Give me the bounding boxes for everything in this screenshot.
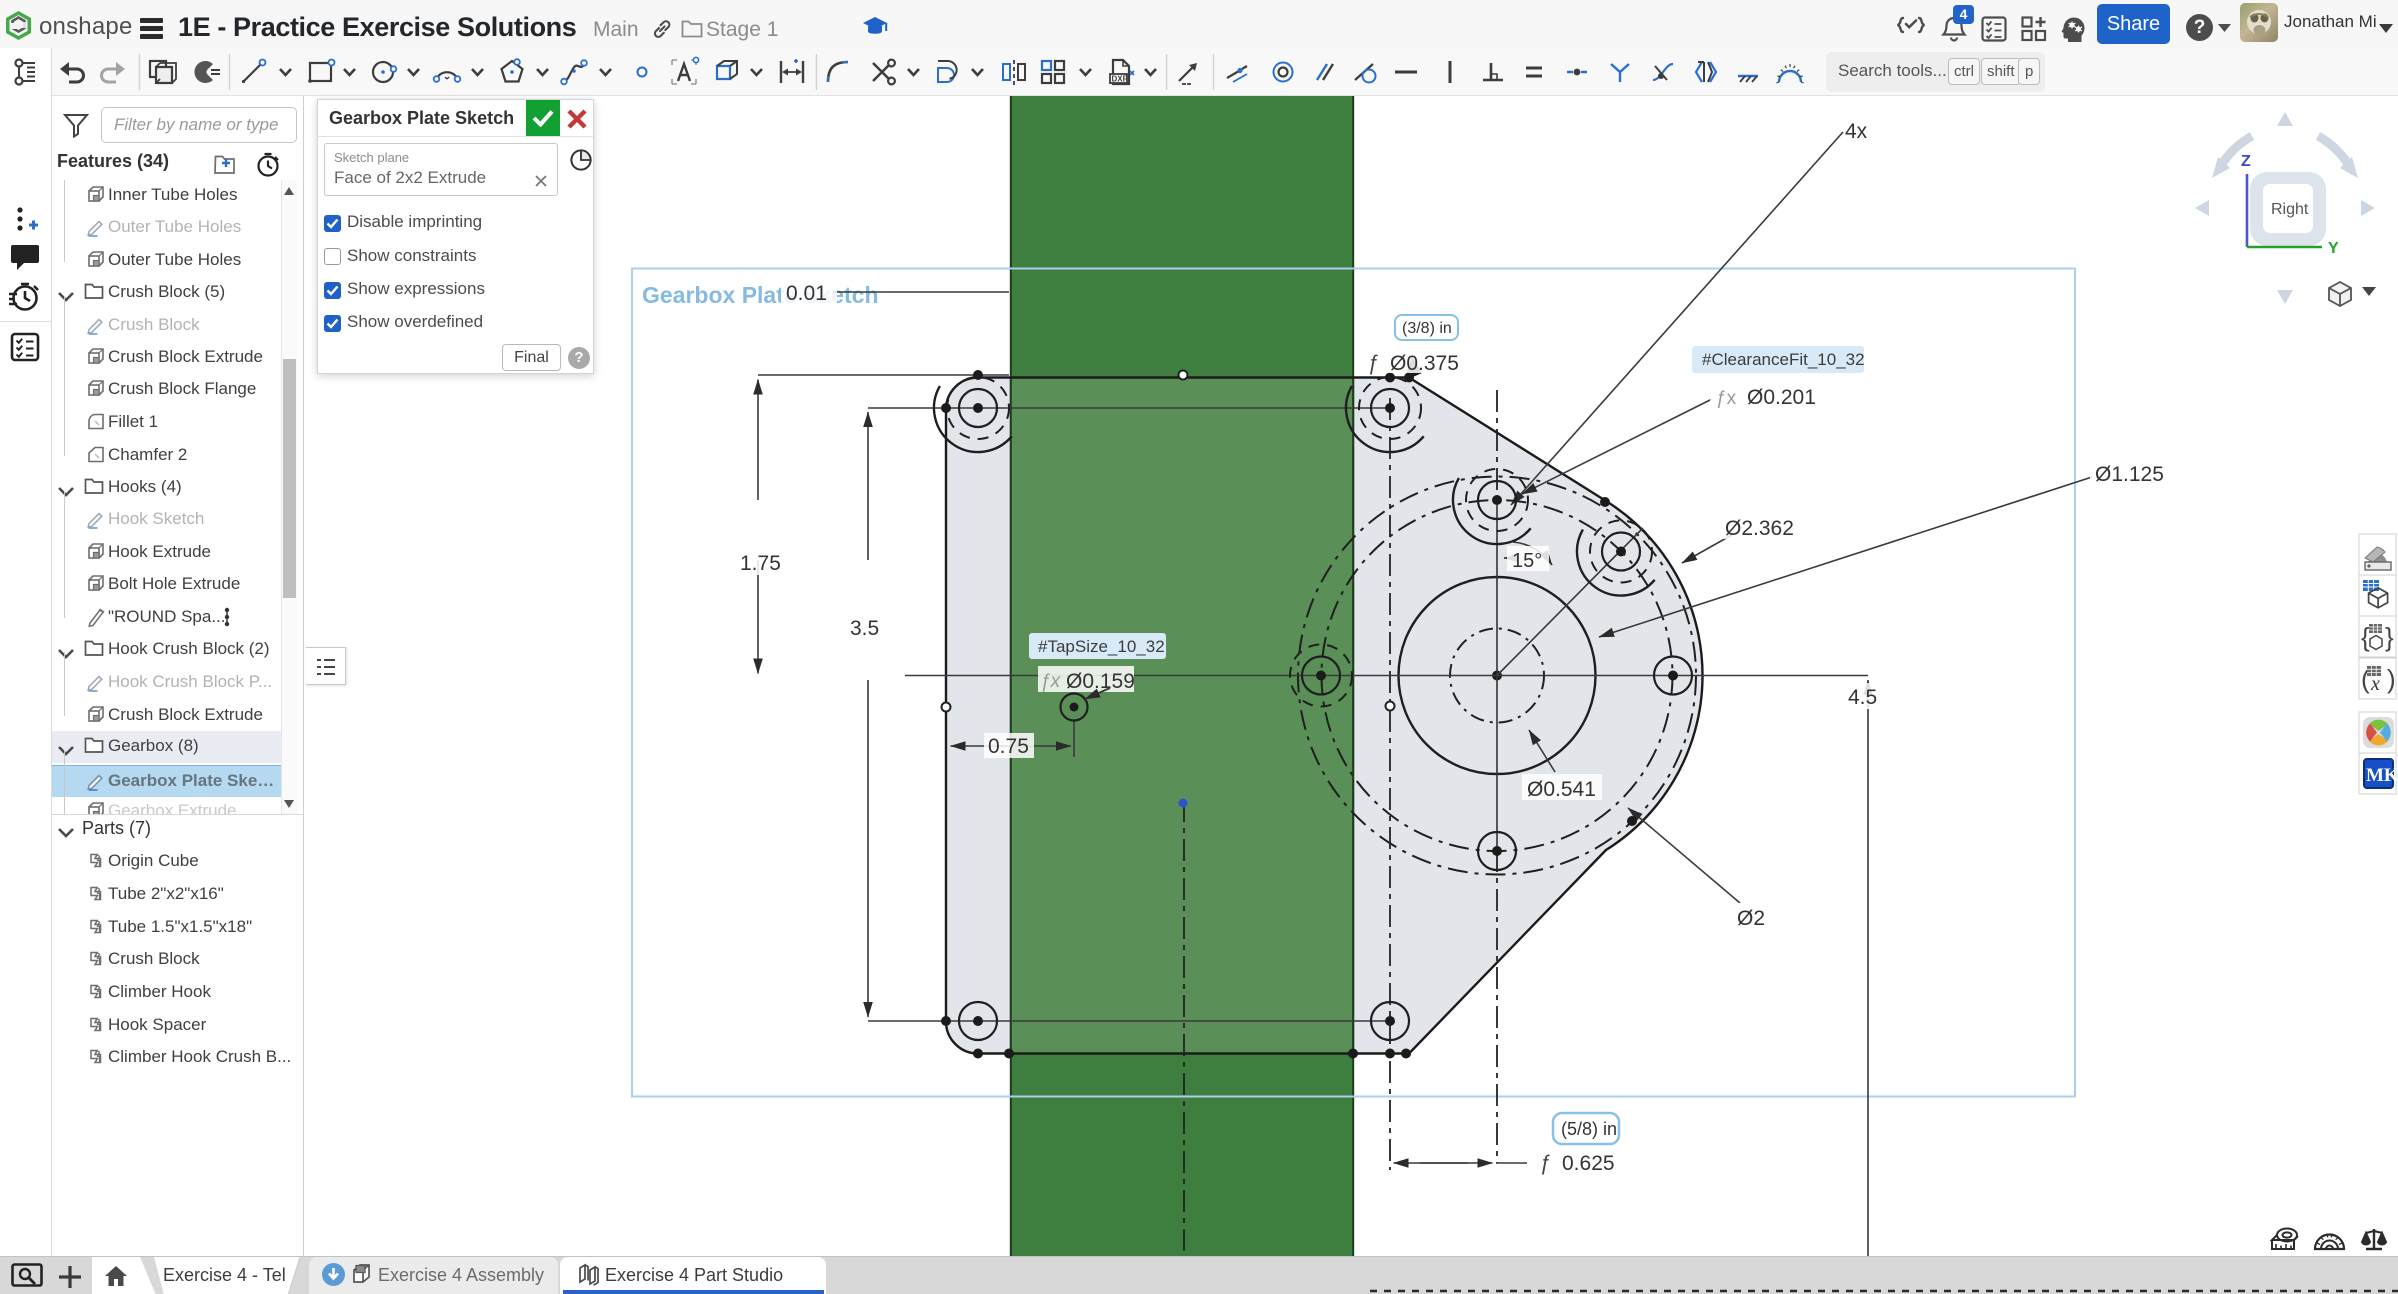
svg-text:Ø2.362: Ø2.362 bbox=[1725, 517, 1794, 540]
svg-text:Ø0.159: Ø0.159 bbox=[1066, 670, 1135, 693]
svg-text:(5/8) in: (5/8) in bbox=[1561, 1119, 1617, 1139]
svg-text:0.625: 0.625 bbox=[1562, 1152, 1615, 1175]
svg-text:Ø2: Ø2 bbox=[1737, 907, 1765, 930]
svg-text:Ø0.375: Ø0.375 bbox=[1390, 352, 1459, 375]
svg-text:Z: Z bbox=[2241, 153, 2251, 170]
svg-text:Right: Right bbox=[2271, 201, 2309, 218]
svg-text:1.75: 1.75 bbox=[740, 552, 781, 575]
svg-text:4x: 4x bbox=[1845, 120, 1868, 143]
svg-text:Ø0.541: Ø0.541 bbox=[1527, 778, 1596, 801]
svg-text:3.5: 3.5 bbox=[850, 617, 879, 640]
svg-text:MK: MK bbox=[2366, 765, 2398, 786]
svg-text:DXF: DXF bbox=[1112, 75, 1128, 84]
svg-text:#ClearanceFit_10_32: #ClearanceFit_10_32 bbox=[1702, 350, 1865, 369]
svg-text:(3/8) in: (3/8) in bbox=[1402, 320, 1452, 337]
svg-text:ƒ: ƒ bbox=[1368, 352, 1380, 375]
svg-text:Ø0.201: Ø0.201 bbox=[1747, 386, 1816, 409]
svg-text:4.5: 4.5 bbox=[1848, 686, 1877, 709]
svg-text:Y: Y bbox=[2328, 240, 2339, 257]
svg-text:#TapSize_10_32: #TapSize_10_32 bbox=[1038, 637, 1165, 656]
svg-text:15°: 15° bbox=[1512, 550, 1542, 572]
svg-text:ƒx: ƒx bbox=[1040, 671, 1062, 692]
svg-text:0.75: 0.75 bbox=[988, 735, 1029, 758]
svg-text:ƒ: ƒ bbox=[1540, 1152, 1552, 1175]
svg-text:Gearbox Plate Sketch: Gearbox Plate Sketch bbox=[642, 282, 879, 308]
svg-text:Ø1.125: Ø1.125 bbox=[2095, 463, 2164, 486]
svg-text:): ) bbox=[2387, 664, 2396, 694]
svg-text:{: { bbox=[2361, 622, 2370, 652]
svg-text:x: x bbox=[2370, 673, 2380, 695]
svg-text:ƒx: ƒx bbox=[1716, 388, 1737, 409]
svg-text:0.01: 0.01 bbox=[786, 282, 827, 305]
svg-text:}: } bbox=[2385, 622, 2394, 652]
